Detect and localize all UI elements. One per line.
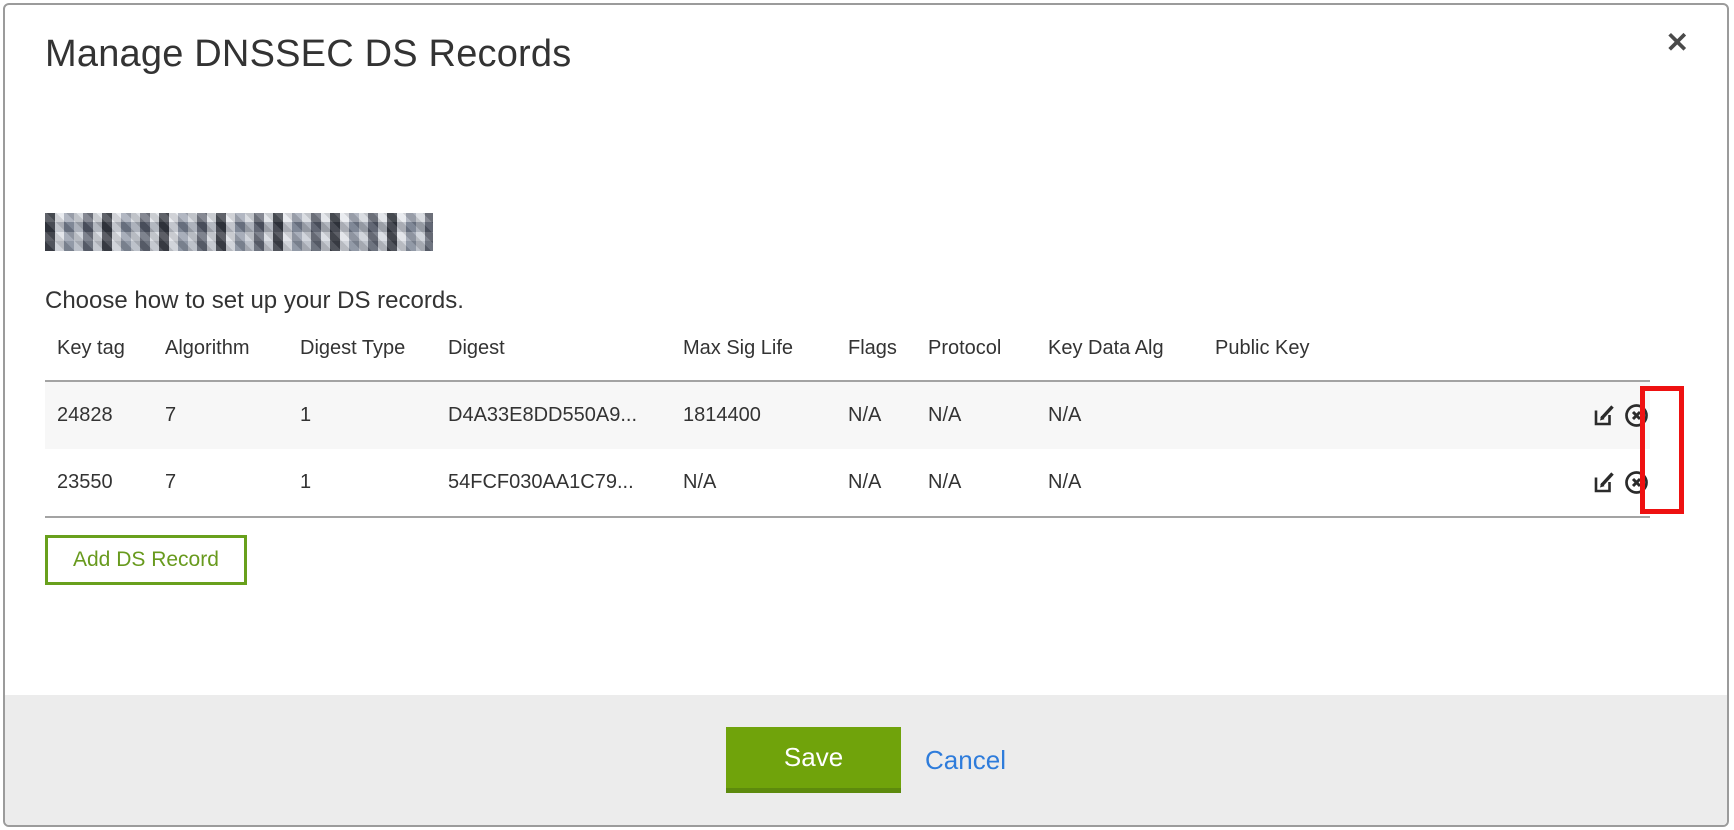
dialog-content: Manage DNSSEC DS Records Choose how to s… bbox=[5, 33, 1727, 585]
column-header-digest: Digest bbox=[448, 321, 683, 381]
delete-record-button[interactable] bbox=[1623, 402, 1650, 429]
cell-digest-type: 1 bbox=[300, 381, 448, 449]
ds-records-table-wrapper: Key tag Algorithm Digest Type Digest Max… bbox=[45, 321, 1687, 518]
column-header-digest-type: Digest Type bbox=[300, 321, 448, 381]
ds-records-table: Key tag Algorithm Digest Type Digest Max… bbox=[45, 321, 1650, 518]
cell-algorithm: 7 bbox=[165, 381, 300, 449]
manage-dnssec-ds-records-dialog: ✕ Manage DNSSEC DS Records Choose how to… bbox=[3, 3, 1729, 827]
column-header-key-data-alg: Key Data Alg bbox=[1048, 321, 1215, 381]
delete-record-button[interactable] bbox=[1623, 469, 1650, 496]
edit-icon bbox=[1591, 469, 1618, 496]
delete-icon bbox=[1623, 469, 1650, 496]
column-header-public-key: Public Key bbox=[1215, 321, 1515, 381]
column-header-max-sig-life: Max Sig Life bbox=[683, 321, 848, 381]
edit-icon bbox=[1591, 402, 1618, 429]
cell-algorithm: 7 bbox=[165, 449, 300, 517]
edit-record-button[interactable] bbox=[1591, 402, 1618, 429]
cancel-link[interactable]: Cancel bbox=[925, 745, 1006, 776]
column-header-key-tag: Key tag bbox=[45, 321, 165, 381]
cell-digest: 54FCF030AA1C79... bbox=[448, 449, 683, 517]
table-header-row: Key tag Algorithm Digest Type Digest Max… bbox=[45, 321, 1650, 381]
cell-max-sig-life: 1814400 bbox=[683, 381, 848, 449]
cell-key-tag: 23550 bbox=[45, 449, 165, 517]
column-header-algorithm: Algorithm bbox=[165, 321, 300, 381]
dialog-title: Manage DNSSEC DS Records bbox=[45, 33, 1687, 76]
ds-record-row: 23550 7 1 54FCF030AA1C79... N/A N/A N/A … bbox=[45, 449, 1650, 517]
save-button[interactable]: Save bbox=[726, 727, 901, 793]
cell-public-key bbox=[1215, 381, 1515, 449]
column-header-actions bbox=[1515, 321, 1650, 381]
cell-protocol: N/A bbox=[928, 381, 1048, 449]
dialog-footer: Save Cancel bbox=[5, 695, 1727, 825]
column-header-flags: Flags bbox=[848, 321, 928, 381]
ds-record-row: 24828 7 1 D4A33E8DD550A9... 1814400 N/A … bbox=[45, 381, 1650, 449]
cell-digest-type: 1 bbox=[300, 449, 448, 517]
cell-actions bbox=[1515, 449, 1650, 517]
edit-record-button[interactable] bbox=[1591, 469, 1618, 496]
intro-text: Choose how to set up your DS records. bbox=[45, 287, 1687, 315]
column-header-protocol: Protocol bbox=[928, 321, 1048, 381]
cell-key-data-alg: N/A bbox=[1048, 381, 1215, 449]
add-ds-record-button[interactable]: Add DS Record bbox=[45, 535, 247, 585]
cell-public-key bbox=[1215, 449, 1515, 517]
cell-key-data-alg: N/A bbox=[1048, 449, 1215, 517]
redacted-domain-name bbox=[45, 213, 433, 251]
cell-actions bbox=[1515, 381, 1650, 449]
cell-key-tag: 24828 bbox=[45, 381, 165, 449]
cell-protocol: N/A bbox=[928, 449, 1048, 517]
cell-max-sig-life: N/A bbox=[683, 449, 848, 517]
delete-icon bbox=[1623, 402, 1650, 429]
cell-flags: N/A bbox=[848, 449, 928, 517]
cell-digest: D4A33E8DD550A9... bbox=[448, 381, 683, 449]
cell-flags: N/A bbox=[848, 381, 928, 449]
